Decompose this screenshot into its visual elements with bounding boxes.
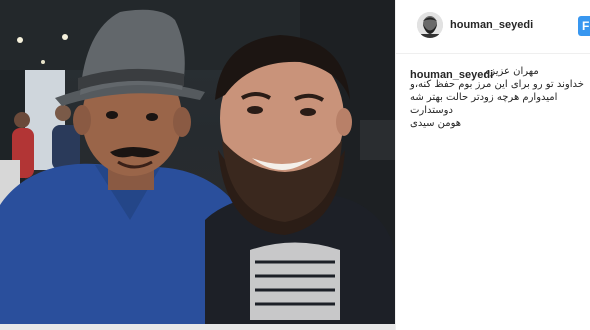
instagram-post-window: houman_seyedi F houman_seyedi مهران عزیز… — [0, 0, 590, 330]
caption-line-3: امیدوارم هرچه زودتر حالت بهتر شه — [410, 92, 558, 103]
post-photo-image — [0, 0, 395, 330]
caption-line-1: مهران عزیزم — [484, 66, 539, 77]
photo-bottom-border — [0, 324, 395, 330]
post-sidebar: houman_seyedi F houman_seyedi مهران عزیز… — [395, 0, 590, 330]
post-photo[interactable] — [0, 0, 395, 330]
post-header: houman_seyedi F — [396, 0, 590, 54]
header-username[interactable]: houman_seyedi — [450, 19, 533, 31]
caption-body: خداوند تو رو برای این مرز بوم حفظ کنه،و … — [410, 78, 590, 130]
caption-line-4: دوستدارت — [410, 105, 453, 116]
avatar[interactable] — [417, 12, 443, 38]
follow-button[interactable]: F — [578, 16, 590, 36]
avatar-image — [417, 12, 443, 38]
caption-line-2: خداوند تو رو برای این مرز بوم حفظ کنه،و — [410, 79, 584, 90]
caption-line-5: هومن سیدی — [410, 118, 462, 129]
post-caption: houman_seyedi مهران عزیزم خداوند تو رو ب… — [410, 65, 585, 129]
